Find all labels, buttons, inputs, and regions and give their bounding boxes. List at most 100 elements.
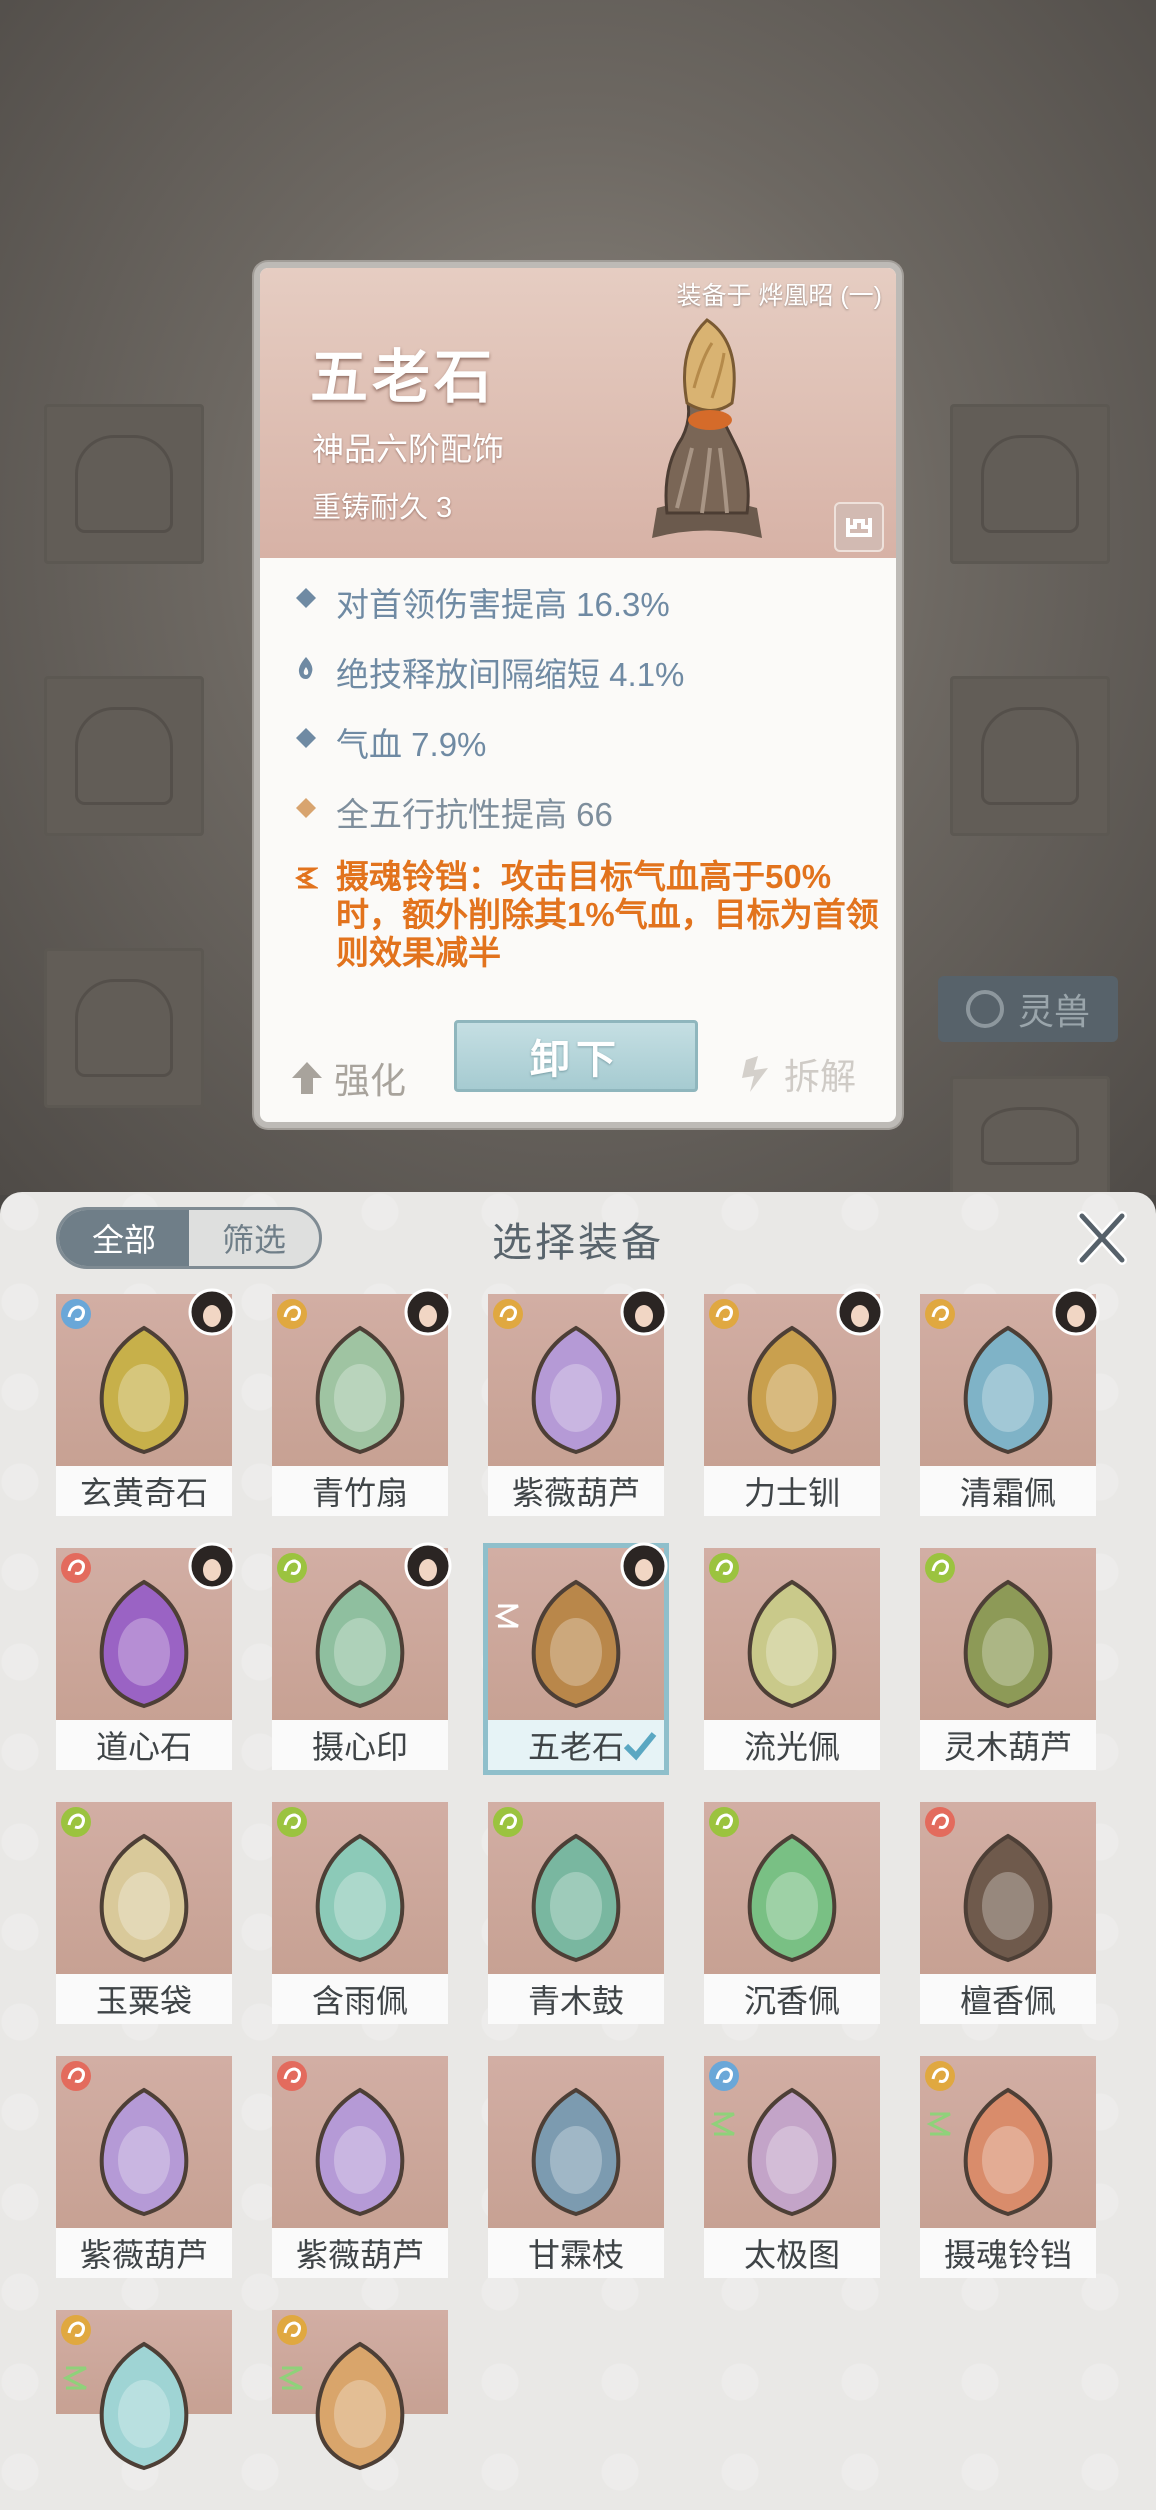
item-picture [99,1325,189,1455]
panel-title: 选择装备 [492,1221,664,1265]
equipment-item[interactable]: 玄黄奇石 [56,1288,236,1516]
arrow-up-icon [292,1062,322,1094]
checkmark-icon [623,1732,657,1761]
set-rune-icon [278,2366,303,2390]
equipment-detail-card: 装备于 烨凰昭 (一) 五老石 神品六阶配饰 重铸耐久 3 对首领伤害提高 16… [254,262,902,1128]
spirit-beast-tab: 灵兽 [938,976,1118,1042]
item-name-label: 沉香佩 [704,1974,880,2024]
character-portrait-icon [836,1288,884,1336]
equipment-item[interactable]: 摄魂铃铛 [920,2056,1096,2278]
item-picture [315,1833,405,1963]
equipment-item[interactable]: 太极图 [704,2056,880,2278]
item-name-label: 玉粟袋 [56,1974,232,2024]
item-artwork [272,1288,452,1466]
set-rune-icon [926,2112,951,2136]
item-picture [963,2087,1053,2217]
item-name: 五老石 [310,345,497,410]
item-artwork [920,1288,1100,1466]
set-effect-text: 摄魂铃铛：攻击目标气血高于50%时，额外削除其1%气血，目标为首领则效果减半 [336,858,879,971]
item-name-label: 道心石 [56,1720,232,1770]
equipment-item[interactable]: 流光佩 [704,1548,880,1770]
stat-line: 对首领伤害提高 16.3% [288,578,888,626]
wood-element-icon [709,1553,739,1583]
equipment-item[interactable]: 沉香佩 [704,1802,880,2024]
character-portrait-icon [1052,1288,1100,1336]
item-picture [99,1579,189,1709]
stat-text: 全五行抗性提高 66 [336,796,613,833]
lock-icon [846,518,872,537]
item-name-label: 摄心印 [272,1720,448,1770]
equipment-item[interactable]: 青木鼓 [488,1802,664,2024]
item-artwork [704,1288,884,1466]
item-artwork [488,2056,664,2228]
item-artwork [488,1288,668,1466]
item-name-label: 力士钏 [704,1466,880,1516]
water-element-icon [61,1299,91,1329]
dismantle-button[interactable]: 拆解 [740,1048,856,1100]
equipment-item[interactable] [272,2310,448,2471]
orange-diamond-bullet-icon [296,798,316,818]
equipment-item[interactable]: 甘霖枝 [488,2056,664,2278]
rune-bullet-icon [294,867,318,889]
item-artwork [920,1802,1096,1974]
item-artwork [56,1288,236,1466]
character-portrait-icon [188,1288,236,1336]
card-actions: 强化 卸下 拆解 [260,1008,896,1108]
equipment-item[interactable] [56,2310,232,2471]
set-rune-icon [62,2366,87,2390]
equipment-item[interactable]: 力士钏 [704,1288,884,1516]
equipment-item[interactable]: 道心石 [56,1542,236,1770]
equipment-item[interactable]: 紫薇葫芦 [56,2056,232,2278]
wood-element-icon [709,1807,739,1837]
equipment-item[interactable]: 檀香佩 [920,1802,1096,2024]
bg-equipment-slot [950,676,1110,836]
character-portrait-icon [404,1542,452,1590]
item-durability: 重铸耐久 3 [312,492,453,524]
equipment-item[interactable]: 玉粟袋 [56,1802,232,2024]
unequip-button[interactable]: 卸下 [454,1020,698,1092]
item-artwork [56,1542,236,1720]
item-picture [747,1325,837,1455]
item-picture [963,1579,1053,1709]
item-artwork [56,2056,232,2228]
metal-element-icon [925,2061,955,2091]
bg-equipment-slot [950,404,1110,564]
item-picture [531,2087,621,2217]
item-artwork [488,1802,664,1974]
enhance-button[interactable]: 强化 [290,1052,406,1104]
equipment-item[interactable]: 五老石 [483,1542,669,1775]
item-artwork [272,2310,448,2471]
equipment-item[interactable]: 紫薇葫芦 [272,2056,448,2278]
item-artwork [704,1548,880,1720]
equipment-select-panel: 全部 筛选 选择装备 玄黄奇石 青竹扇 紫薇葫芦 力士钏 清霜佩 道心石 摄心印 五老石 流光佩… [0,1192,1156,2510]
equipment-item[interactable]: 灵木葫芦 [920,1548,1096,1770]
item-picture [99,2087,189,2217]
item-artwork [272,1802,448,1974]
item-picture [315,1325,405,1455]
bg-equipment-slot [44,676,204,836]
equipment-item[interactable]: 青竹扇 [272,1288,452,1516]
item-name-label: 摄魂铃铛 [920,2228,1096,2278]
stat-line: 全五行抗性提高 66 [288,788,888,836]
metal-element-icon [493,1299,523,1329]
item-picture [963,1325,1053,1455]
equipment-item[interactable]: 摄心印 [272,1542,452,1770]
diamond-bullet-icon [296,728,316,748]
wood-element-icon [277,1807,307,1837]
equipment-item[interactable]: 紫薇葫芦 [488,1288,668,1516]
lock-button[interactable] [834,502,884,552]
close-icon[interactable] [1072,1208,1132,1268]
item-grade: 神品六阶配饰 [312,431,505,467]
item-name-label: 紫薇葫芦 [272,2228,448,2278]
wood-element-icon [493,1807,523,1837]
equipment-item[interactable]: 含雨佩 [272,1802,448,2024]
equipment-item[interactable]: 清霜佩 [920,1288,1100,1516]
item-name-label: 青竹扇 [272,1466,448,1516]
item-picture [963,1833,1053,1963]
metal-element-icon [277,2315,307,2345]
spirit-beast-tab-label: 灵兽 [1017,991,1090,1032]
metal-element-icon [61,2315,91,2345]
bg-equipment-slot [44,948,204,1108]
equipped-by-text: 装备于 烨凰昭 (一) [676,282,882,310]
wood-element-icon [61,1807,91,1837]
